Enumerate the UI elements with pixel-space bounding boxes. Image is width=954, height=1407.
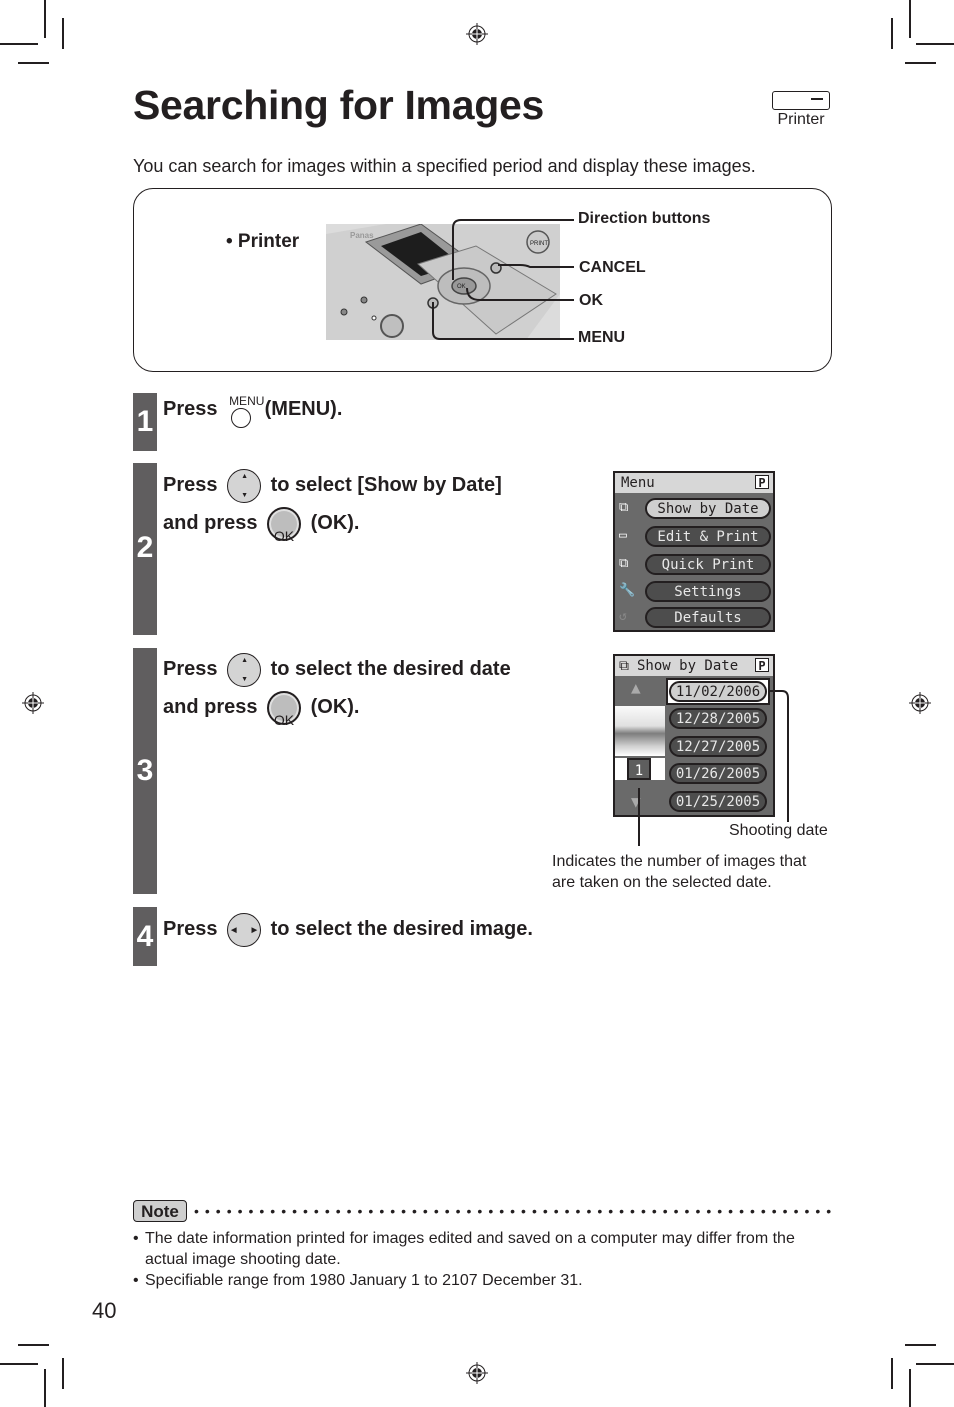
menu-item-show-by-date[interactable]: Show by Date bbox=[645, 498, 771, 519]
menu-item-defaults[interactable]: Defaults bbox=[645, 607, 771, 628]
callout-ok: OK bbox=[579, 292, 603, 309]
crop-mark bbox=[891, 18, 893, 49]
brand-label: Panas bbox=[350, 231, 374, 240]
registration-mark-icon bbox=[466, 23, 488, 45]
registration-mark-icon bbox=[466, 1362, 488, 1384]
crop-mark bbox=[905, 1344, 936, 1346]
printer-badge-label: Printer bbox=[777, 111, 825, 128]
intro-text: You can search for images within a speci… bbox=[133, 156, 756, 176]
quick-print-icon: ⧉ bbox=[619, 556, 629, 571]
crop-mark bbox=[916, 1363, 954, 1365]
menu-item-quick-print[interactable]: Quick Print bbox=[645, 554, 771, 575]
step-3-text: Press ▲ ▼ to select the desired date and … bbox=[163, 650, 511, 728]
crop-mark bbox=[44, 1369, 46, 1407]
step-text-and-press: and press bbox=[163, 696, 258, 718]
step-number: 4 bbox=[133, 907, 157, 966]
menu-screen: Menu P ⧉ Show by Date ▭ Edit & Print ⧉ Qu… bbox=[613, 471, 775, 632]
menu-button-label: MENU bbox=[229, 394, 265, 408]
callout-lines bbox=[432, 219, 574, 340]
ok-button-icon: OK bbox=[267, 506, 302, 544]
printer-badge: Printer bbox=[772, 91, 830, 129]
date-screen-header: ⧉ Show by Date P bbox=[615, 656, 773, 676]
left-right-button-icon: ◀ ▶ bbox=[227, 912, 262, 947]
note-dotted-rule: ••••••••••••••••••••••••••••••••••••••••… bbox=[194, 1203, 834, 1217]
image-count-annotation: Indicates the number of images that are … bbox=[552, 853, 807, 891]
date-screen-title: Show by Date bbox=[637, 658, 739, 674]
edit-print-icon: ▭ bbox=[619, 528, 627, 543]
crop-mark bbox=[891, 1358, 893, 1389]
menu-screen-title: Menu bbox=[621, 475, 655, 491]
show-by-date-icon: ⧉ bbox=[619, 500, 629, 515]
step-text-ok: (OK). bbox=[310, 696, 360, 718]
up-down-button-icon: ▲ ▼ bbox=[227, 652, 262, 687]
step-text-after: (MENU). bbox=[264, 398, 343, 420]
note-item-text: Specifiable range from 1980 January 1 to… bbox=[145, 1272, 583, 1289]
callout-cancel: CANCEL bbox=[579, 259, 646, 276]
callout-direction-buttons: Direction buttons bbox=[578, 210, 711, 227]
menu-item-settings[interactable]: Settings bbox=[645, 581, 771, 602]
crop-mark bbox=[62, 18, 64, 49]
step-number: 2 bbox=[133, 463, 157, 635]
crop-mark bbox=[905, 62, 936, 64]
step-4-text: Press ◀ ▶ to select the desired image. bbox=[163, 910, 533, 948]
up-down-button-icon: ▲ ▼ bbox=[227, 468, 262, 503]
defaults-reset-icon: ↺ bbox=[619, 609, 627, 624]
callout-menu: MENU bbox=[578, 329, 626, 346]
crop-mark bbox=[909, 1369, 911, 1407]
shooting-date-annotation: Shooting date bbox=[729, 822, 828, 839]
menu-item-edit-print[interactable]: Edit & Print bbox=[645, 526, 771, 547]
ok-button-label: OK bbox=[273, 711, 295, 728]
settings-tools-icon: 🔧 bbox=[619, 583, 636, 598]
step-text-press: Press bbox=[163, 398, 218, 420]
page-title: Searching for Images bbox=[133, 82, 544, 128]
step-text-press: Press bbox=[163, 918, 218, 940]
step-number: 3 bbox=[133, 648, 157, 894]
note-label: Note bbox=[133, 1200, 187, 1222]
step-text-press: Press bbox=[163, 474, 218, 496]
step-text-and-press: and press bbox=[163, 512, 258, 534]
crop-mark bbox=[0, 1363, 38, 1365]
menu-button-icon: MENU bbox=[229, 394, 265, 428]
note-item: • Specifiable range from 1980 January 1 t… bbox=[133, 1270, 833, 1291]
crop-mark bbox=[909, 0, 911, 38]
page-number: 40 bbox=[92, 1298, 117, 1323]
note-item: • The date information printed for images… bbox=[133, 1228, 833, 1270]
crop-mark bbox=[44, 0, 46, 38]
printer-mode-icon: P bbox=[755, 658, 769, 673]
crop-mark bbox=[0, 43, 38, 45]
registration-mark-icon bbox=[22, 692, 44, 714]
crop-mark bbox=[62, 1358, 64, 1389]
step-text-after: to select [Show by Date] bbox=[270, 474, 502, 496]
step-text-after: to select the desired date bbox=[270, 658, 511, 680]
registration-mark-icon bbox=[909, 692, 931, 714]
crop-mark bbox=[916, 43, 954, 45]
ok-button-label: OK bbox=[273, 527, 295, 544]
printer-mode-icon: P bbox=[755, 475, 769, 490]
step-text-after: to select the desired image. bbox=[270, 918, 533, 940]
printer-icon bbox=[772, 91, 830, 110]
ok-button-icon: OK bbox=[267, 690, 302, 728]
crop-mark bbox=[18, 62, 49, 64]
step-2-text: Press ▲ ▼ to select [Show by Date] and pr… bbox=[163, 466, 502, 544]
menu-screen-header: Menu P bbox=[615, 473, 773, 493]
step-number: 1 bbox=[133, 393, 157, 451]
step-text-press: Press bbox=[163, 658, 218, 680]
crop-mark bbox=[18, 1344, 49, 1346]
show-by-date-icon: ⧉ bbox=[619, 658, 629, 674]
step-1-text: Press MENU (MENU). bbox=[163, 390, 342, 428]
step-text-ok: (OK). bbox=[310, 512, 360, 534]
note-item-text: The date information printed for images … bbox=[145, 1230, 795, 1268]
panel-label: • Printer bbox=[226, 231, 300, 252]
